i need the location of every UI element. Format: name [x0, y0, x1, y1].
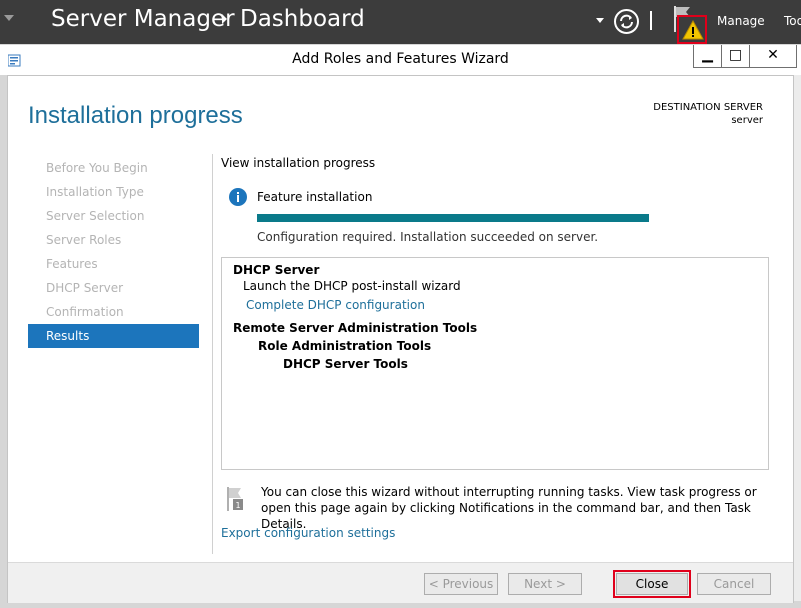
warning-notification[interactable] — [677, 15, 707, 44]
progress-heading: View installation progress — [221, 156, 376, 170]
back-arrow-icon[interactable] — [4, 15, 14, 21]
previous-button[interactable]: < Previous — [424, 573, 498, 595]
warning-icon — [682, 20, 704, 40]
menu-manage[interactable]: Manage — [717, 14, 765, 28]
result-dhcp-server-tools: DHCP Server Tools — [283, 357, 408, 371]
next-button[interactable]: Next > — [508, 573, 582, 595]
result-dhcp-line: Launch the DHCP post-install wizard — [243, 279, 461, 293]
result-role-admin-tools: Role Administration Tools — [258, 339, 432, 353]
progress-bar-fill — [257, 214, 649, 222]
nav-item-features: Features — [46, 257, 98, 271]
installation-status: Configuration required. Installation suc… — [257, 230, 599, 244]
window-controls: ▁ □ ✕ — [693, 45, 797, 68]
destination-server-value: server — [731, 115, 763, 126]
wizard-titlebar[interactable]: Add Roles and Features Wizard — [0, 45, 801, 75]
notification-flag-note-icon: 1 — [227, 487, 243, 511]
result-dhcp-title: DHCP Server — [233, 263, 320, 277]
breadcrumb-separator-icon — [222, 14, 227, 24]
close-button[interactable]: Close — [616, 573, 688, 595]
refresh-icon[interactable] — [613, 8, 640, 35]
feature-installation-label: Feature installation — [257, 190, 373, 204]
app-title: Server Manager — [51, 6, 235, 32]
installation-progress-bar — [257, 214, 649, 222]
nav-item-confirmation: Confirmation — [46, 305, 124, 319]
destination-server-label: DESTINATION SERVER — [653, 102, 763, 113]
toolbar-divider — [650, 11, 652, 30]
export-configuration-link[interactable]: Export configuration settings — [221, 526, 395, 540]
result-rsat-title: Remote Server Administration Tools — [233, 321, 478, 335]
info-icon — [229, 188, 247, 206]
maximize-button[interactable]: □ — [722, 45, 750, 67]
nav-item-dhcp-server: DHCP Server — [46, 281, 124, 295]
nav-item-results[interactable]: Results — [28, 324, 199, 348]
close-window-button[interactable]: ✕ — [750, 45, 796, 67]
svg-text:1: 1 — [235, 501, 240, 510]
wizard-body: Installation progress DESTINATION SERVER… — [7, 75, 794, 603]
background-window-edge — [793, 75, 801, 601]
cancel-button[interactable]: Cancel — [697, 573, 771, 595]
content-divider — [212, 154, 213, 554]
breadcrumb-dashboard[interactable]: Dashboard — [240, 6, 365, 32]
close-wizard-note: You can close this wizard without interr… — [261, 485, 757, 531]
nav-item-server-selection: Server Selection — [46, 209, 145, 223]
page-title: Installation progress — [28, 102, 243, 129]
nav-item-before-you-begin: Before You Begin — [46, 161, 148, 175]
wizard-footer: < Previous Next > Close Cancel — [8, 562, 793, 603]
nav-item-installation-type: Installation Type — [46, 185, 144, 199]
wizard-title: Add Roles and Features Wizard — [292, 51, 509, 67]
server-manager-bar: Server Manager Dashboard Manage Too — [0, 0, 801, 44]
dropdown-arrow-icon[interactable] — [596, 18, 604, 23]
menu-tools[interactable]: Too — [784, 14, 801, 28]
nav-item-server-roles: Server Roles — [46, 233, 122, 247]
minimize-button[interactable]: ▁ — [694, 45, 722, 67]
complete-dhcp-configuration-link[interactable]: Complete DHCP configuration — [246, 298, 425, 312]
results-list: DHCP Server Launch the DHCP post-install… — [221, 257, 769, 470]
